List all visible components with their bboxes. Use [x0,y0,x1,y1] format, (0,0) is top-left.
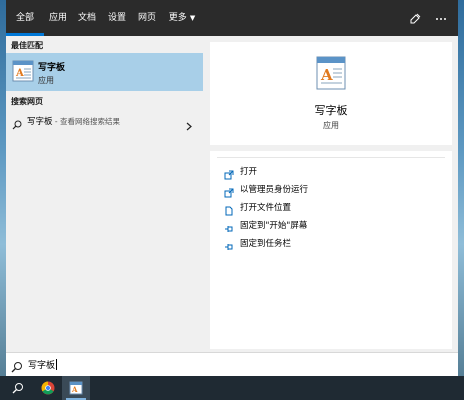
best-match-heading: 最佳匹配 [11,41,43,50]
wordpad-icon: A [69,381,83,395]
taskbar-search-button[interactable] [4,376,32,400]
taskbar-chrome-button[interactable] [34,376,62,400]
app-detail-card: A 写字板 应用 [210,42,452,145]
best-match-item[interactable]: A 写字板 应用 [6,53,203,91]
action-open-file-location-label: 打开文件位置 [240,203,292,213]
tab-all[interactable]: 全部 [6,0,44,36]
wordpad-icon: A [316,56,346,90]
best-match-name: 写字板 [38,63,66,73]
svg-text:A: A [15,68,24,79]
svg-text:A: A [71,385,78,394]
action-pin-to-start[interactable]: 固定到"开始"屏幕 [210,216,452,234]
search-input-value: 写字板 [28,361,56,371]
svg-text:A: A [320,66,333,84]
tab-settings[interactable]: 设置 [102,0,132,36]
web-search-text: 写字板 - 查看网络搜索结果 [27,115,120,127]
action-run-as-admin-label: 以管理员身份运行 [240,185,309,195]
action-pin-to-start-label: 固定到"开始"屏幕 [240,221,308,231]
web-search-result[interactable]: 写字板 - 查看网络搜索结果 [6,110,203,132]
web-search-suffix: - 查看网络搜索结果 [52,117,120,126]
tab-settings-label: 设置 [107,13,126,23]
app-detail-type: 应用 [323,121,339,130]
chrome-icon [41,381,55,395]
tab-web-label: 网页 [137,13,156,23]
tab-all-label: 全部 [15,13,34,23]
feedback-icon[interactable] [404,0,426,36]
action-open[interactable]: 打开 [210,162,452,180]
results-list: 最佳匹配 A 写字板 应用 搜索网页 写字板 - 查看网络搜索结果 [6,36,203,352]
search-panel: 全部 应用 文档 设置 网页 更多 ▼ 最佳匹配 A 写字板 应用 搜索网页 写… [6,0,458,377]
tab-apps-label: 应用 [48,13,67,23]
more-options-icon[interactable] [430,0,452,36]
tab-more[interactable]: 更多 ▼ [162,0,202,36]
web-search-heading: 搜索网页 [11,97,43,106]
search-icon [12,115,22,134]
app-detail-name: 写字板 [314,104,348,117]
best-match-type: 应用 [38,76,54,85]
search-input[interactable]: 写字板 [28,358,58,371]
action-open-label: 打开 [240,167,258,177]
app-actions-list: 打开 以管理员身份运行 打开文件位置 固定到"开始"屏幕 固定到任务栏 [210,151,452,349]
taskbar: A [0,376,464,400]
action-pin-to-taskbar-label: 固定到任务栏 [240,239,292,249]
search-box[interactable]: 写字板 [6,352,458,377]
action-run-as-admin[interactable]: 以管理员身份运行 [210,180,452,198]
action-pin-to-taskbar[interactable]: 固定到任务栏 [210,234,452,252]
pin-icon [224,237,234,256]
wordpad-icon: A [11,59,35,83]
tab-documents-label: 文档 [77,13,96,23]
chevron-down-icon: ▼ [189,14,196,22]
action-open-file-location[interactable]: 打开文件位置 [210,198,452,216]
tab-more-label: 更多 [168,13,187,23]
tab-web[interactable]: 网页 [132,0,162,36]
web-search-query: 写字板 [27,117,53,127]
result-detail-pane: A 写字板 应用 打开 以管理员身份运行 打开文件位置 固定到"开始"屏幕 固定… [203,36,458,352]
search-icon [11,358,23,377]
actions-divider [217,157,445,158]
tab-apps[interactable]: 应用 [44,0,72,36]
search-tabs-bar: 全部 应用 文档 设置 网页 更多 ▼ [6,0,458,36]
text-cursor [56,359,58,370]
chevron-right-icon[interactable] [186,116,192,135]
taskbar-wordpad-button[interactable]: A [62,376,90,400]
tab-documents[interactable]: 文档 [72,0,102,36]
desktop-wallpaper-right [458,0,464,376]
